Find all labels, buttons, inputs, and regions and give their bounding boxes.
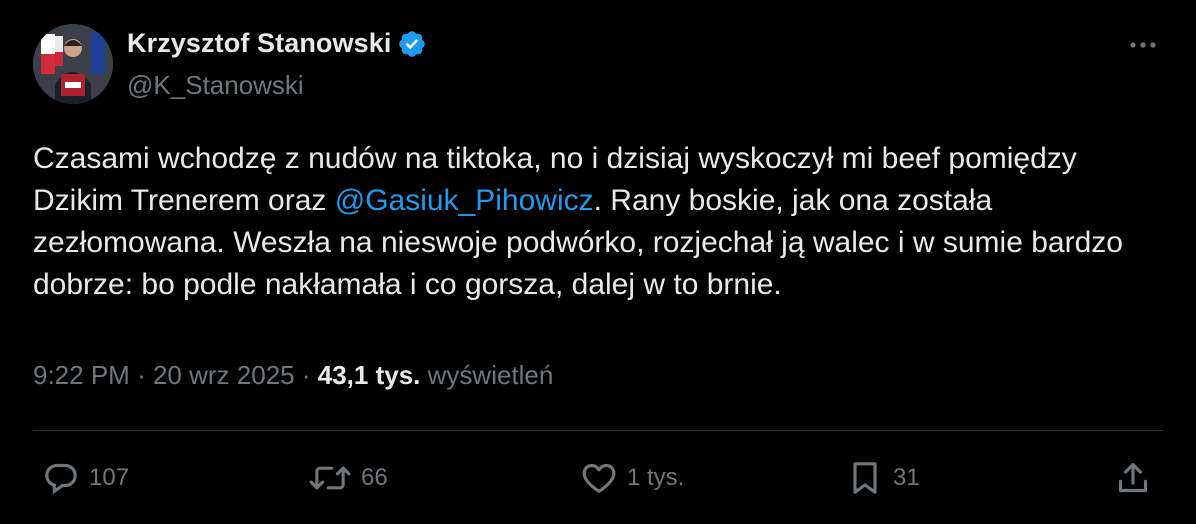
verified-badge-icon[interactable]	[397, 29, 427, 59]
tweet-text: Czasami wchodzę z nudów na tiktoka, no i…	[33, 138, 1163, 306]
reply-count: 107	[89, 464, 130, 491]
tweet-header: Krzysztof Stanowski @K_Stanowski	[33, 24, 1163, 104]
tweet-time[interactable]: 9:22 PM	[33, 360, 130, 390]
heart-icon	[582, 463, 616, 493]
more-options-button[interactable]	[1123, 30, 1163, 60]
mention-link[interactable]: @Gasiuk_Pihowicz	[335, 184, 594, 217]
share-icon	[1118, 463, 1148, 493]
reply-button[interactable]: 107	[41, 452, 129, 504]
meta-separator: ·	[137, 360, 146, 390]
views-label: wyświetleń	[427, 360, 554, 390]
meta-separator: ·	[301, 360, 311, 390]
repost-button[interactable]: 66	[307, 452, 388, 504]
divider	[33, 430, 1163, 431]
reply-icon	[45, 463, 77, 495]
bookmark-count: 31	[893, 464, 920, 491]
like-count: 1 tys.	[627, 464, 685, 491]
repost-count: 66	[361, 464, 388, 491]
views-count[interactable]: 43,1 tys.	[318, 360, 421, 390]
author-display-name[interactable]: Krzysztof Stanowski	[127, 28, 391, 59]
tweet-date[interactable]: 20 wrz 2025	[153, 360, 295, 390]
avatar[interactable]	[33, 24, 113, 104]
tweet-actions: 107 66 1 tys. 31	[33, 452, 1163, 504]
more-icon	[1130, 42, 1156, 48]
bookmark-button[interactable]: 31	[845, 452, 920, 504]
like-button[interactable]: 1 tys.	[579, 452, 684, 504]
author-name-row: Krzysztof Stanowski	[127, 28, 427, 59]
tweet-meta: 9:22 PM · 20 wrz 2025 · 43,1 tys. wyświe…	[33, 360, 553, 391]
repost-icon	[309, 466, 351, 490]
author-handle[interactable]: @K_Stanowski	[127, 70, 304, 101]
share-button[interactable]	[1113, 452, 1153, 504]
bookmark-icon	[853, 462, 877, 494]
avatar-image	[33, 24, 113, 104]
